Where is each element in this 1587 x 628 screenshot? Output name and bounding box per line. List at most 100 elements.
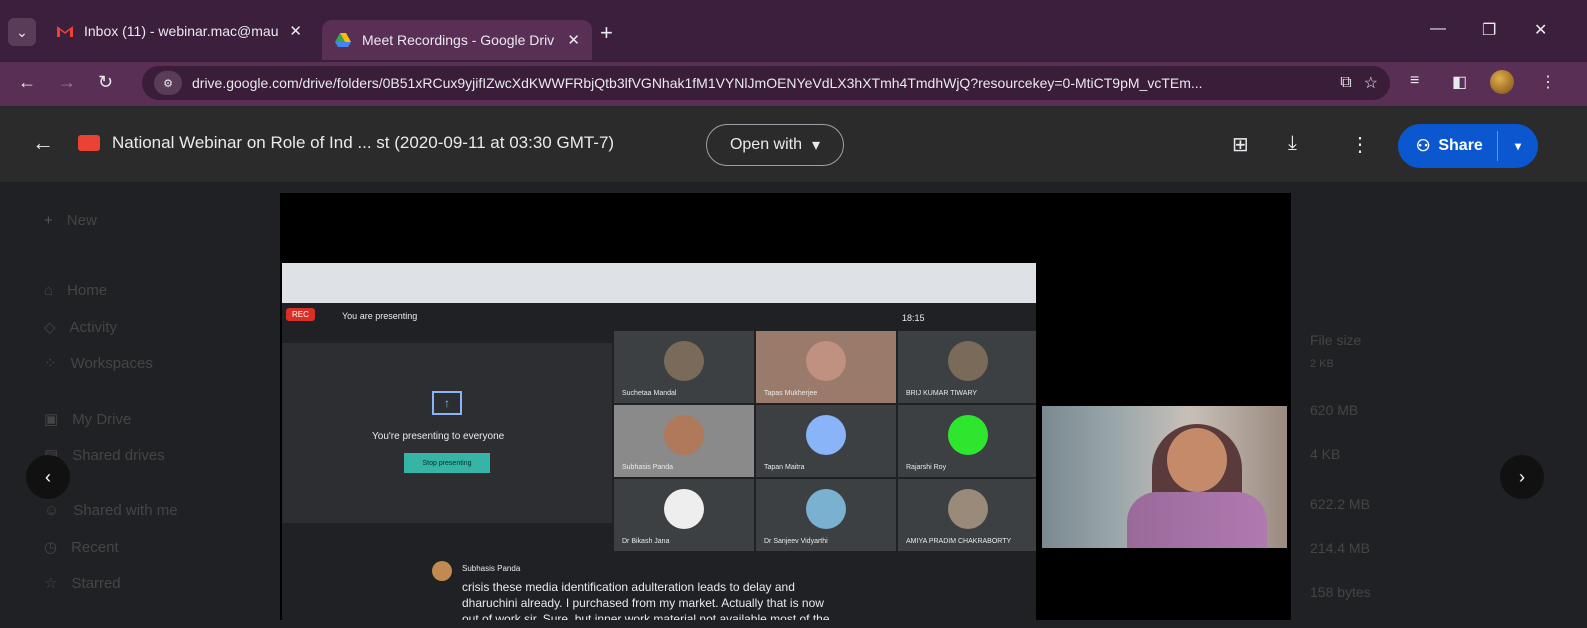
participant-tile: Dr Bikash Jana (614, 479, 754, 551)
participant-tile: Suchetaa Mandal (614, 331, 754, 403)
participant-tile: AMIYA PRADIM CHAKRABORTY (898, 479, 1036, 551)
present-screen-icon: ↑ (432, 391, 462, 415)
speaker-face (1167, 428, 1227, 492)
people-icon: ☺ (44, 502, 60, 519)
profile-avatar[interactable] (1490, 70, 1514, 94)
speaker-shirt (1127, 492, 1267, 548)
file-size-cell: 158 bytes (1310, 584, 1371, 600)
dropdown-arrow-icon: ▾ (812, 137, 821, 154)
participant-avatar (806, 415, 846, 455)
caption-speaker: Subhasis Panda (462, 564, 521, 573)
participant-avatar (948, 341, 988, 381)
previous-file-icon[interactable]: ‹ (26, 455, 70, 499)
participant-avatar (664, 341, 704, 381)
participant-avatar (948, 489, 988, 529)
minimize-icon[interactable]: — (1430, 20, 1446, 38)
meet-time: 18:15 (902, 313, 925, 323)
forward-icon[interactable]: → (58, 72, 76, 93)
url-text[interactable]: drive.google.com/drive/folders/0B51xRCux… (192, 75, 1328, 91)
participant-name: Dr Bikash Jana (622, 538, 670, 545)
add-comment-icon[interactable]: ⊞ (1232, 132, 1249, 157)
file-size-cell: 622.2 MB (1310, 496, 1370, 512)
clock-icon: ◷ (44, 539, 58, 556)
sidebar-item-label: Activity (69, 318, 118, 336)
close-icon[interactable]: ✕ (289, 22, 302, 40)
caption-line: dharuchini already. I purchased from my … (462, 596, 824, 610)
participant-name: Dr Sanjeev Vidyarthi (764, 538, 828, 545)
tab-search-icon[interactable]: ⌄ (8, 18, 36, 46)
tab-drive[interactable]: Meet Recordings - Google Driv ✕ (322, 20, 592, 60)
tab-title: Meet Recordings - Google Driv (362, 32, 555, 48)
sidebar-item-my-drive[interactable]: ▣ My Drive (44, 410, 132, 429)
rec-badge: REC (286, 308, 315, 321)
live-caption: Subhasis Panda crisis these media identi… (462, 561, 1036, 620)
participant-name: Rajarshi Roy (906, 464, 947, 471)
participant-name: Tapas Mukherjee (764, 390, 818, 397)
sidebar-item-label: Shared drives (72, 446, 165, 464)
new-tab-icon[interactable]: + (600, 20, 613, 46)
more-options-icon[interactable]: ⋮ (1350, 132, 1370, 157)
caption-avatar (432, 561, 452, 581)
participant-tile: Dr Sanjeev Vidyarthi (756, 479, 896, 551)
participant-tile: Subhasis Panda (614, 405, 754, 477)
participant-name: Suchetaa Mandal (622, 390, 677, 397)
next-file-icon[interactable]: › (1500, 455, 1544, 499)
reload-icon[interactable]: ↻ (98, 72, 113, 93)
side-panel-icon[interactable]: ◧ (1452, 72, 1467, 92)
file-title: National Webinar on Role of Ind ... st (… (112, 133, 615, 152)
new-button[interactable]: + New (44, 212, 97, 229)
file-size-cell: 4 KB (1310, 446, 1341, 462)
sidebar-item-starred[interactable]: ☆ Starred (44, 574, 121, 593)
open-with-button[interactable]: Open with ▾ (706, 124, 844, 166)
menu-icon[interactable]: ⋮ (1540, 72, 1556, 92)
address-bar[interactable]: ⚙ drive.google.com/drive/folders/0B51xRC… (142, 66, 1390, 100)
sidebar-item-label: Starred (71, 574, 121, 592)
participant-name: BRIJ KUMAR TIWARY (906, 390, 978, 397)
drive-icon (335, 33, 351, 47)
install-icon[interactable]: ⧉ (1340, 74, 1351, 92)
plus-icon: + (44, 212, 53, 229)
restore-icon[interactable]: ❐ (1482, 20, 1496, 40)
share-main[interactable]: ⚇ Share (1398, 124, 1497, 168)
gmail-icon (57, 26, 73, 37)
participant-name: Subhasis Panda (622, 464, 673, 471)
caption-line: out of work sir. Sure, but inner work ma… (462, 612, 830, 620)
sidebar-item-label: My Drive (72, 410, 132, 428)
sidebar-item-label: Recent (71, 538, 119, 556)
video-file-icon (78, 135, 100, 151)
share-label: Share (1438, 137, 1483, 154)
add-person-icon: ⚇ (1416, 138, 1431, 155)
close-icon[interactable]: ✕ (567, 31, 580, 49)
share-button[interactable]: ⚇ Share ▾ (1398, 124, 1538, 168)
back-arrow-icon[interactable]: ← (32, 130, 54, 156)
participant-name: AMIYA PRADIM CHAKRABORTY (906, 538, 1012, 545)
sidebar-item-shared-with-me[interactable]: ☺ Shared with me (44, 502, 178, 519)
open-with-label: Open with (729, 136, 802, 153)
recorded-browser-chrome (282, 263, 1036, 303)
sidebar-item-label: Home (67, 282, 108, 299)
sidebar-item-recent[interactable]: ◷ Recent (44, 538, 119, 557)
share-dropdown-icon[interactable]: ▾ (1498, 139, 1538, 153)
participant-name: Tapan Maitra (764, 464, 805, 471)
participant-avatar (948, 415, 988, 455)
star-icon: ☆ (44, 575, 58, 592)
sidebar-item-home[interactable]: ⌂ Home (44, 282, 107, 299)
sidebar-item-label: Workspaces (70, 354, 153, 372)
file-size-cell: 214.4 MB (1310, 540, 1370, 556)
column-header-file-size[interactable]: File size (1310, 332, 1361, 348)
sidebar-item-activity[interactable]: ◇ Activity (44, 318, 118, 337)
bookmark-star-icon[interactable]: ☆ (1364, 73, 1378, 93)
sidebar-item-workspaces[interactable]: ⁘ Workspaces (44, 354, 153, 373)
site-settings-icon[interactable]: ⚙ (154, 71, 182, 95)
participant-tile: Tapas Mukherjee (756, 331, 896, 403)
reading-list-icon[interactable]: ≡ (1410, 72, 1419, 90)
participant-avatar (664, 489, 704, 529)
new-label: New (66, 212, 97, 229)
close-window-icon[interactable]: ✕ (1534, 20, 1547, 40)
video-frame: REC You are presenting 18:15 ↑ You're pr… (282, 263, 1036, 620)
tab-gmail[interactable]: Inbox (11) - webinar.mac@mau ✕ (44, 14, 314, 48)
bell-icon: ◇ (44, 319, 56, 336)
caption-line: crisis these media identification adulte… (462, 580, 795, 594)
download-icon[interactable]: ⤓ (1288, 132, 1297, 155)
back-icon[interactable]: ← (18, 72, 36, 93)
